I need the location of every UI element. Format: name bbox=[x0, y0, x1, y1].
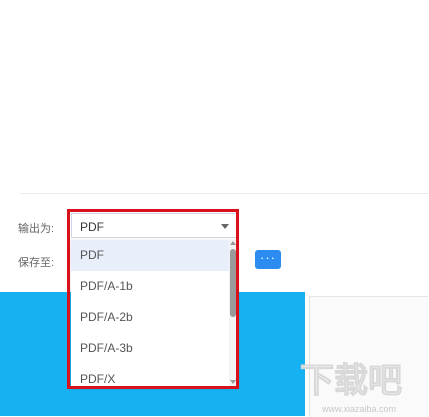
dropdown-scrollbar[interactable] bbox=[229, 240, 237, 386]
save-location-label: 保存至: bbox=[18, 257, 55, 269]
output-format-label: 输出为: bbox=[18, 223, 55, 235]
output-format-value: PDF bbox=[80, 220, 104, 234]
browse-folder-button[interactable]: ··· bbox=[255, 250, 281, 269]
format-option-pdf-a-2b[interactable]: PDF/A-2b bbox=[71, 302, 229, 333]
scroll-down-icon[interactable] bbox=[230, 380, 236, 384]
watermark-logo: 下载吧 www.xiazaiba.com bbox=[292, 350, 429, 416]
scroll-up-icon[interactable] bbox=[230, 241, 236, 245]
watermark-url: www.xiazaiba.com bbox=[321, 404, 396, 414]
content-area bbox=[0, 0, 429, 193]
format-option-pdf-a-1b[interactable]: PDF/A-1b bbox=[71, 271, 229, 302]
format-option-pdf[interactable]: PDF bbox=[71, 240, 229, 271]
format-dropdown-list: PDF PDF/A-1b PDF/A-2b PDF/A-3b PDF/X bbox=[71, 240, 237, 386]
scrollbar-thumb[interactable] bbox=[230, 249, 236, 317]
watermark-logo-text: 下载吧 bbox=[300, 362, 402, 400]
section-divider bbox=[20, 193, 429, 194]
format-option-pdf-a-3b[interactable]: PDF/A-3b bbox=[71, 333, 229, 364]
output-format-select[interactable]: PDF bbox=[71, 213, 237, 238]
caret-up-icon bbox=[221, 224, 229, 229]
format-option-pdf-x[interactable]: PDF/X bbox=[71, 364, 229, 386]
